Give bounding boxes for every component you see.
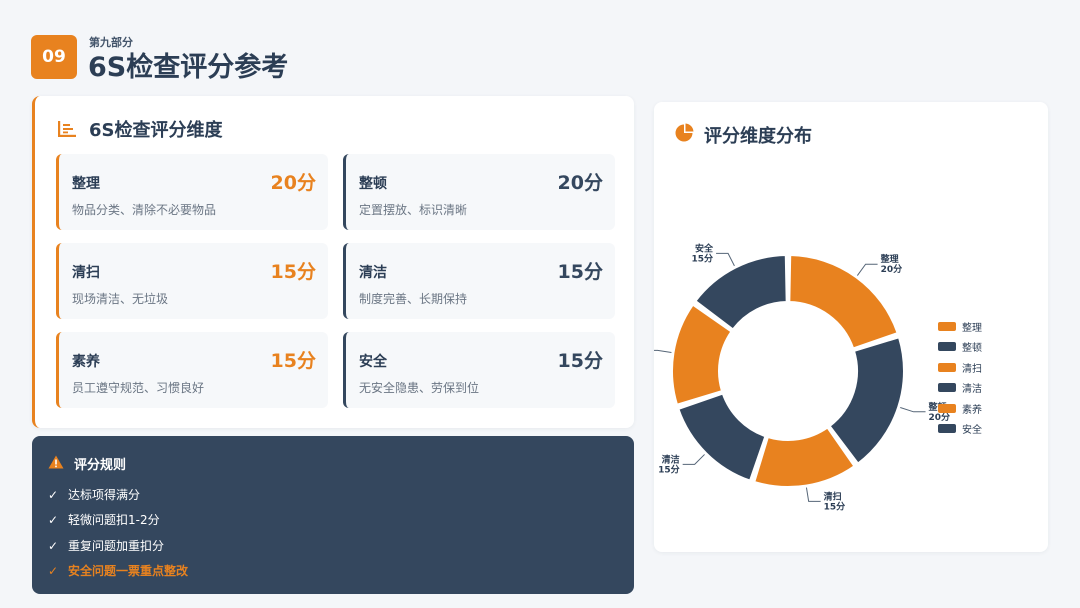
dimensions-title: 6S检查评分维度 <box>89 120 223 141</box>
donut-chart: 整理20分整顿20分清扫15分清洁15分素养安全15分 <box>654 242 950 512</box>
slice-label-name-5: 安全 <box>695 242 714 254</box>
check-icon: ✓ <box>48 563 59 578</box>
dimension-score: 15分 <box>270 261 316 283</box>
rule-item-highlight: ✓ 安全问题一票重点整改 <box>48 562 188 579</box>
slice-label-value-3: 15分 <box>658 463 680 475</box>
dimension-desc: 物品分类、清除不必要物品 <box>72 203 217 217</box>
rules-header: 评分规则 <box>48 454 126 473</box>
dimension-name: 素养 <box>72 354 100 370</box>
donut-slice-3 <box>677 392 767 482</box>
dimension-desc: 定置摆放、标识清晰 <box>359 203 468 217</box>
rule-item: ✓ 达标项得满分 <box>48 486 140 503</box>
dimension-desc: 无安全隐患、劳保到位 <box>359 381 480 395</box>
legend-swatch <box>938 403 956 413</box>
rule-item: ✓ 重复问题加重扣分 <box>48 537 164 554</box>
legend-swatch <box>938 342 956 352</box>
rule-item: ✓ 轻微问题扣1-2分 <box>48 511 160 528</box>
slice-label-name-0: 整理 <box>880 253 899 265</box>
dimension-name: 整顿 <box>359 176 387 192</box>
dimension-card-safety: 安全 15分 无安全隐患、劳保到位 <box>343 332 615 408</box>
dimension-desc: 现场清洁、无垃圾 <box>72 292 169 306</box>
dimensions-panel: 6S检查评分维度 整理 20分 物品分类、清除不必要物品 整顿 20分 定置摆放… <box>32 96 634 428</box>
legend-label: 整顿 <box>962 343 982 355</box>
dimension-score: 15分 <box>557 350 603 372</box>
dimension-score: 20分 <box>557 172 603 194</box>
legend-swatch <box>938 362 956 372</box>
dimension-name: 整理 <box>72 176 100 192</box>
dimension-desc: 制度完善、长期保持 <box>359 292 468 306</box>
donut-slice-1 <box>828 336 905 465</box>
slice-leader-line-1 <box>900 406 926 413</box>
scoring-rules-panel: 评分规则 ✓ 达标项得满分 ✓ 轻微问题扣1-2分 ✓ 重复问题加重扣分 ✓ 安… <box>32 436 634 594</box>
section-number-badge: 09 <box>31 35 77 79</box>
rule-text: 重复问题加重扣分 <box>68 539 165 553</box>
pie-chart-icon <box>674 123 694 147</box>
dimension-name: 安全 <box>359 354 387 370</box>
legend-label: 清扫 <box>962 363 982 375</box>
legend-label: 安全 <box>962 425 982 437</box>
dimension-score: 20分 <box>270 172 316 194</box>
slice-label-value-2: 15分 <box>824 500 846 512</box>
dimension-card-shitsuke: 素养 15分 员工遵守规范、习惯良好 <box>56 332 328 408</box>
dimensions-header: 6S检查评分维度 <box>57 116 223 142</box>
check-icon: ✓ <box>48 538 59 553</box>
distribution-panel: 整理20分整顿20分清扫15分清洁15分素养安全15分 评分维度分布 整理整顿清… <box>654 102 1048 552</box>
legend-item-2: 清扫 <box>938 357 982 378</box>
rule-text: 轻微问题扣1-2分 <box>68 513 160 527</box>
dimension-card-seiri: 整理 20分 物品分类、清除不必要物品 <box>56 154 328 230</box>
dimension-score: 15分 <box>557 261 603 283</box>
legend-item-1: 整顿 <box>938 337 982 358</box>
slice-leader-line-0 <box>856 263 878 276</box>
warning-icon <box>48 454 64 473</box>
slice-leader-line-3 <box>682 454 705 465</box>
dimension-score: 15分 <box>270 350 316 372</box>
slice-leader-line-4 <box>654 349 672 354</box>
rule-text: 达标项得满分 <box>68 488 141 502</box>
slice-label-name-2: 清扫 <box>824 490 842 502</box>
legend-label: 整理 <box>962 322 982 334</box>
dimension-card-seiso: 清扫 15分 现场清洁、无垃圾 <box>56 243 328 319</box>
legend-item-0: 整理 <box>938 316 982 337</box>
slice-leader-line-5 <box>716 252 735 267</box>
dimension-desc: 员工遵守规范、习惯良好 <box>72 381 205 395</box>
legend-label: 素养 <box>962 404 982 416</box>
rule-text: 安全问题一票重点整改 <box>68 564 189 578</box>
legend-item-3: 清洁 <box>938 378 982 399</box>
page-title: 6S检查评分参考 <box>88 52 289 83</box>
slice-leader-line-2 <box>805 487 821 502</box>
dimension-name: 清洁 <box>359 265 387 281</box>
legend-label: 清洁 <box>962 384 982 396</box>
slice-label-value-5: 15分 <box>692 252 714 264</box>
distribution-header: 评分维度分布 <box>674 122 812 148</box>
chart-legend: 整理整顿清扫清洁素养安全 <box>938 316 982 439</box>
check-icon: ✓ <box>48 512 59 527</box>
rules-title: 评分规则 <box>74 458 127 473</box>
legend-swatch <box>938 424 956 434</box>
legend-item-5: 安全 <box>938 419 982 440</box>
dimension-card-seiton: 整顿 20分 定置摆放、标识清晰 <box>343 154 615 230</box>
legend-swatch <box>938 383 956 393</box>
legend-item-4: 素养 <box>938 398 982 419</box>
dimension-card-seiketsu: 清洁 15分 制度完善、长期保持 <box>343 243 615 319</box>
distribution-title: 评分维度分布 <box>704 126 812 147</box>
slice-label-name-3: 清洁 <box>662 453 680 465</box>
dimension-name: 清扫 <box>72 265 100 281</box>
list-bars-icon <box>57 120 77 138</box>
legend-swatch <box>938 321 956 331</box>
check-icon: ✓ <box>48 487 59 502</box>
slice-label-value-0: 20分 <box>881 263 903 275</box>
